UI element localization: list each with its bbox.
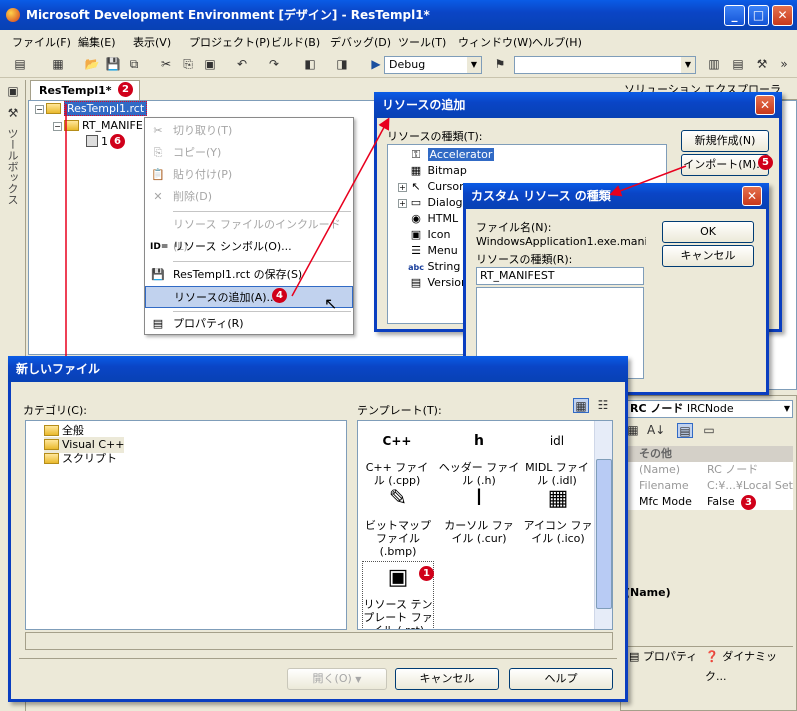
annotation-arrows — [65, 104, 687, 356]
arrow-line — [291, 117, 390, 297]
arrow-line — [609, 165, 687, 197]
